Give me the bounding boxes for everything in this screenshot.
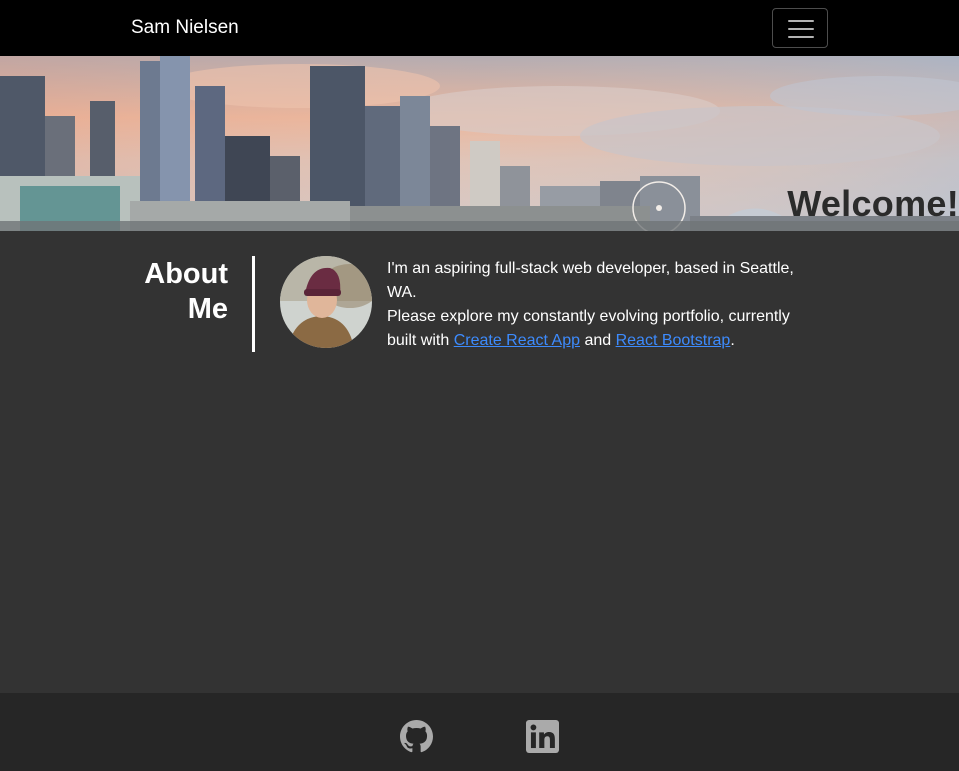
hamburger-menu-icon [788, 20, 814, 38]
navbar: Sam Nielsen [0, 0, 959, 56]
navbar-toggler-button[interactable] [772, 8, 828, 48]
bio-line-1: I'm an aspiring full-stack web developer… [387, 260, 794, 301]
bio-text: I'm an aspiring full-stack web developer… [387, 257, 817, 353]
vertical-divider [252, 256, 255, 352]
linkedin-icon[interactable] [526, 720, 559, 753]
about-title: About Me [144, 258, 228, 325]
react-bootstrap-link[interactable]: React Bootstrap [616, 332, 731, 349]
bio-suffix: . [730, 332, 735, 349]
github-icon[interactable] [400, 720, 433, 753]
create-react-app-link[interactable]: Create React App [454, 332, 580, 349]
hero-banner: Welcome! [0, 56, 959, 231]
footer [0, 693, 959, 771]
about-section: About Me I'm an aspiring full-stack web … [0, 231, 959, 693]
profile-photo-avatar [280, 256, 372, 348]
bio-conjunction: and [580, 332, 616, 349]
welcome-heading: Welcome! [787, 183, 959, 224]
bio-line-2: Please explore my constantly evolving po… [387, 305, 817, 353]
brand-link[interactable]: Sam Nielsen [131, 16, 239, 40]
